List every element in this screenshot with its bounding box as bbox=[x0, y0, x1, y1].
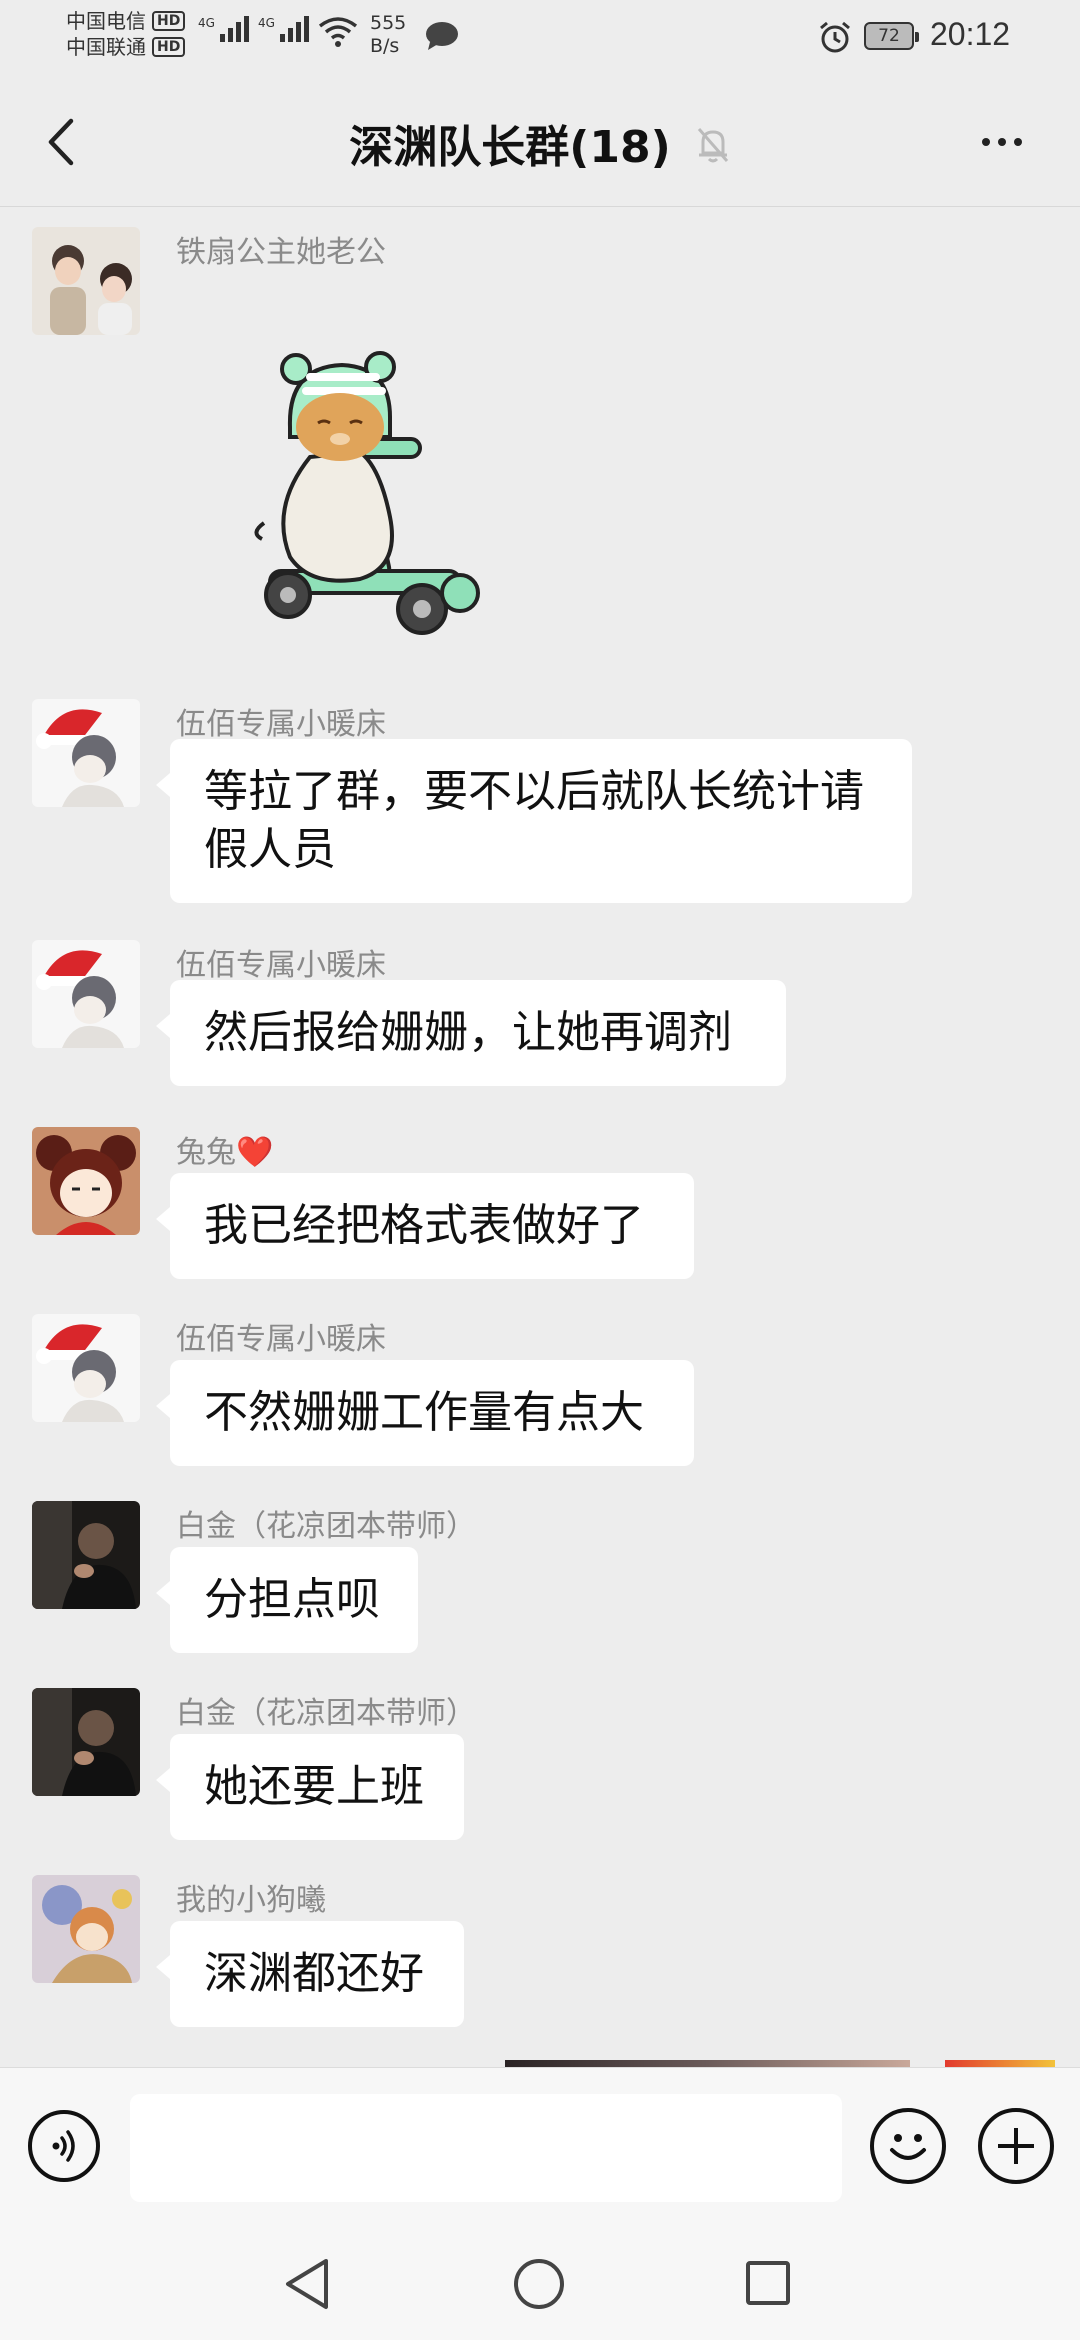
more-button[interactable] bbox=[972, 112, 1032, 172]
nav-recent-icon[interactable] bbox=[746, 2261, 790, 2305]
sender-name: 铁扇公主她老公 bbox=[176, 235, 386, 270]
avatar-image bbox=[32, 940, 140, 1048]
network-type: 4G bbox=[198, 16, 215, 30]
nav-back-icon[interactable] bbox=[282, 2257, 332, 2311]
emoji-icon bbox=[890, 2134, 926, 2160]
avatar[interactable] bbox=[32, 1688, 140, 1796]
message-item: 铁扇公主她老公 bbox=[0, 217, 1080, 657]
avatar[interactable] bbox=[32, 1501, 140, 1609]
alarm-icon bbox=[820, 21, 850, 53]
image-message-preview[interactable] bbox=[505, 2060, 910, 2067]
net-speed-value: 555 bbox=[370, 12, 407, 34]
message-bubble[interactable]: 分担点呗 bbox=[156, 1547, 418, 1653]
message-text: 我已经把格式表做好了 bbox=[204, 1200, 644, 1251]
emoji-button[interactable] bbox=[870, 2108, 946, 2184]
avatar[interactable] bbox=[32, 1127, 140, 1235]
battery-icon: 72 bbox=[864, 22, 919, 50]
message-item: 兔兔❤️ 我已经把格式表做好了 bbox=[0, 1127, 1080, 1287]
title-wrap: 深渊队长群(18) bbox=[0, 80, 1080, 206]
message-input[interactable] bbox=[130, 2094, 842, 2202]
avatar-image bbox=[32, 227, 140, 335]
status-bar: 中国电信 HD 中国联通 HD 4G 4G 555 B/s 72 20:12 bbox=[0, 0, 1080, 80]
message-text: 假人员 bbox=[204, 824, 336, 875]
sender-name: 兔兔❤️ bbox=[176, 1135, 274, 1170]
avatar[interactable] bbox=[32, 699, 140, 807]
message-item: 伍佰专属小暖床 等拉了群，要不以后就队长统计请 假人员 bbox=[0, 699, 1080, 903]
voice-button[interactable] bbox=[28, 2110, 100, 2182]
message-bubble[interactable]: 等拉了群，要不以后就队长统计请 假人员 bbox=[156, 739, 912, 903]
image-message-preview[interactable] bbox=[945, 2060, 1055, 2067]
message-item: 白金（花凉团本带师） 分担点呗 bbox=[0, 1501, 1080, 1661]
message-bubble[interactable]: 然后报给姗姗，让她再调剂 bbox=[156, 980, 786, 1086]
battery-level: 72 bbox=[878, 26, 900, 46]
message-bubble[interactable]: 深渊都还好 bbox=[156, 1921, 464, 2027]
cat-on-scooter-sticker[interactable] bbox=[250, 347, 490, 647]
carrier-2: 中国联通 bbox=[66, 35, 146, 59]
message-bubble[interactable]: 不然姗姗工作量有点大 bbox=[156, 1360, 694, 1466]
avatar[interactable] bbox=[32, 227, 140, 335]
signal-icon: 4G bbox=[198, 16, 249, 42]
more-dots-icon bbox=[982, 138, 990, 146]
avatar-image bbox=[32, 1127, 140, 1235]
avatar[interactable] bbox=[32, 1314, 140, 1422]
voice-icon bbox=[52, 2130, 75, 2162]
clock: 20:12 bbox=[930, 16, 1011, 52]
message-text: 然后报给姗姗，让她再调剂 bbox=[204, 1007, 732, 1058]
avatar-image bbox=[32, 1875, 140, 1983]
signal-icon: 4G bbox=[258, 16, 309, 42]
system-nav-bar bbox=[0, 2227, 1080, 2340]
message-item: 白金（花凉团本带师） 她还要上班 bbox=[0, 1688, 1080, 1848]
bell-off-icon bbox=[697, 128, 728, 163]
sender-name: 伍佰专属小暖床 bbox=[176, 948, 386, 983]
hd-badge: HD bbox=[152, 11, 186, 31]
sender-name: 白金（花凉团本带师） bbox=[176, 1509, 476, 1544]
avatar[interactable] bbox=[32, 940, 140, 1048]
net-speed-unit: B/s bbox=[370, 35, 400, 57]
input-bar bbox=[0, 2067, 1080, 2228]
message-item: 伍佰专属小暖床 不然姗姗工作量有点大 bbox=[0, 1314, 1080, 1474]
title-bar: 深渊队长群(18) bbox=[0, 80, 1080, 207]
chat-message-list[interactable]: 铁扇公主她老公 伍佰专属小暖床 等拉了群，要不以后就队长统计请 假人员 伍佰专属… bbox=[0, 207, 1080, 2067]
message-bubble[interactable]: 我已经把格式表做好了 bbox=[156, 1173, 694, 1279]
message-text: 她还要上班 bbox=[204, 1761, 424, 1812]
sender-name: 我的小狗曦 bbox=[176, 1883, 326, 1918]
avatar-image bbox=[32, 1688, 140, 1796]
net-speed: 555 B/s bbox=[370, 12, 406, 58]
chat-title: 深渊队长群(18) bbox=[349, 122, 671, 173]
message-text: 等拉了群，要不以后就队长统计请 bbox=[204, 766, 864, 817]
message-item: 伍佰专属小暖床 然后报给姗姗，让她再调剂 bbox=[0, 940, 1080, 1100]
wifi-icon bbox=[318, 17, 358, 47]
message-notification-icon bbox=[426, 22, 458, 50]
avatar-image bbox=[32, 699, 140, 807]
sender-name: 伍佰专属小暖床 bbox=[176, 1322, 386, 1357]
message-text: 分担点呗 bbox=[204, 1574, 380, 1625]
avatar-image bbox=[32, 1501, 140, 1609]
avatar[interactable] bbox=[32, 1875, 140, 1983]
message-text: 深渊都还好 bbox=[204, 1948, 424, 1999]
message-bubble[interactable]: 她还要上班 bbox=[156, 1734, 464, 1840]
carrier-info: 中国电信 HD 中国联通 HD bbox=[66, 8, 186, 60]
message-text: 不然姗姗工作量有点大 bbox=[204, 1387, 644, 1438]
sender-name: 伍佰专属小暖床 bbox=[176, 707, 386, 742]
message-item: 我的小狗曦 深渊都还好 bbox=[0, 1875, 1080, 2035]
network-type: 4G bbox=[258, 16, 275, 30]
hd-badge: HD bbox=[152, 37, 186, 57]
plus-button[interactable] bbox=[978, 2108, 1054, 2184]
avatar-image bbox=[32, 1314, 140, 1422]
nav-home-icon[interactable] bbox=[514, 2259, 564, 2309]
sender-name: 白金（花凉团本带师） bbox=[176, 1696, 476, 1731]
carrier-1: 中国电信 bbox=[66, 9, 146, 33]
